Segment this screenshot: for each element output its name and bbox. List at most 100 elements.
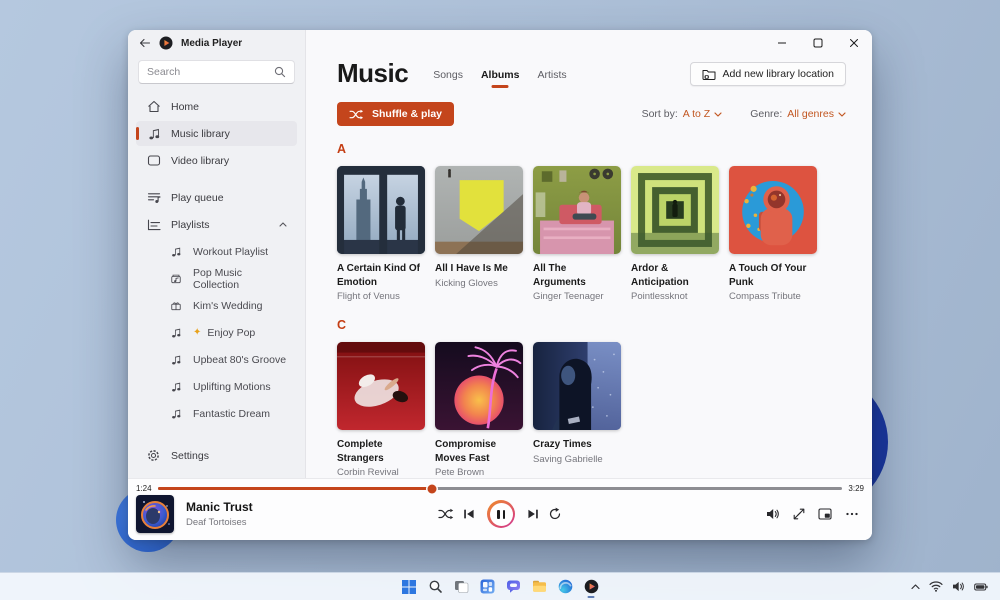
- edge-button[interactable]: [553, 575, 577, 599]
- start-button[interactable]: [397, 575, 421, 599]
- album-cover-art: [337, 342, 425, 430]
- chevron-up-icon[interactable]: [279, 222, 287, 227]
- titlebar-left: Media Player: [128, 30, 305, 56]
- playlist-label: Pop Music Collection: [193, 267, 287, 291]
- sidebar-item-home[interactable]: Home: [136, 94, 297, 119]
- sidebar-item-play-queue[interactable]: Play queue: [136, 185, 297, 210]
- sidebar-playlist-workout[interactable]: Workout Playlist: [136, 239, 297, 264]
- album-title: Ardor & Anticipation: [631, 262, 719, 289]
- minimize-button[interactable]: [764, 30, 800, 56]
- gear-icon: [146, 449, 161, 462]
- genre-label: Genre:: [750, 108, 782, 120]
- album-list: A A Certain Kind Of Emotion Flight of Ve…: [306, 126, 872, 478]
- sidebar-playlist-uplifting-motions[interactable]: Uplifting Motions: [136, 374, 297, 399]
- repeat-button[interactable]: [548, 507, 562, 521]
- pause-button[interactable]: [487, 500, 515, 528]
- album-cover-art: [631, 166, 719, 254]
- music-note-icon: [146, 127, 161, 140]
- section-letter: C: [337, 318, 846, 332]
- album-title: Crazy Times: [533, 438, 621, 452]
- now-playing-info[interactable]: Manic Trust Deaf Tortoises: [186, 500, 253, 528]
- album-cover-art: [533, 342, 621, 430]
- album-card[interactable]: Crazy Times Saving Gabrielle: [533, 342, 621, 478]
- album-card[interactable]: A Certain Kind Of Emotion Flight of Venu…: [337, 166, 425, 302]
- genre-dropdown[interactable]: Genre: All genres: [750, 108, 846, 120]
- album-title: A Touch Of Your Punk: [729, 262, 817, 289]
- album-title: Complete Strangers: [337, 438, 425, 465]
- sidebar-item-settings[interactable]: Settings: [136, 443, 297, 468]
- back-button[interactable]: [139, 38, 151, 48]
- close-button[interactable]: [836, 30, 872, 56]
- taskbar-search-button[interactable]: [423, 575, 447, 599]
- search-icon: [274, 66, 286, 78]
- sort-label: Sort by:: [642, 108, 678, 120]
- search-icon: [428, 579, 443, 594]
- music-note-icon: [168, 408, 183, 419]
- battery-icon[interactable]: [974, 583, 988, 591]
- album-cover-art: [435, 166, 523, 254]
- tab-artists[interactable]: Artists: [537, 69, 566, 88]
- widgets-button[interactable]: [475, 575, 499, 599]
- main-area: Music Songs Albums Artists Add new libra…: [306, 30, 872, 478]
- sidebar-item-label: Home: [171, 101, 199, 113]
- previous-button[interactable]: [463, 508, 475, 520]
- next-button[interactable]: [527, 508, 539, 520]
- chevron-down-icon: [714, 112, 722, 117]
- mini-player-button[interactable]: [818, 508, 832, 520]
- track-title: Manic Trust: [186, 500, 253, 514]
- album-card[interactable]: A Touch Of Your Punk Compass Tribute: [729, 166, 817, 302]
- tab-albums[interactable]: Albums: [481, 69, 520, 88]
- playlist-label: Uplifting Motions: [193, 381, 271, 393]
- add-library-button[interactable]: Add new library location: [690, 62, 846, 86]
- media-player-window: Media Player Home Music library Video li…: [128, 30, 872, 540]
- tab-songs[interactable]: Songs: [433, 69, 463, 88]
- sidebar-playlist-pop-collection[interactable]: Pop Music Collection: [136, 266, 297, 291]
- volume-tray-icon[interactable]: [952, 581, 965, 592]
- sidebar-spacer: [128, 427, 305, 443]
- sidebar-item-music-library[interactable]: Music library: [136, 121, 297, 146]
- wifi-icon[interactable]: [929, 581, 943, 592]
- maximize-button[interactable]: [800, 30, 836, 56]
- active-app-indicator: [588, 596, 595, 598]
- sidebar-item-video-library[interactable]: Video library: [136, 148, 297, 173]
- task-view-button[interactable]: [449, 575, 473, 599]
- progress-thumb[interactable]: [427, 484, 436, 493]
- album-card[interactable]: All The Arguments Ginger Teenager: [533, 166, 621, 302]
- sidebar-item-playlists[interactable]: Playlists: [136, 212, 297, 237]
- shuffle-play-label: Shuffle & play: [372, 108, 442, 120]
- album-card[interactable]: Ardor & Anticipation Pointlessknot: [631, 166, 719, 302]
- album-title: All I Have Is Me: [435, 262, 523, 276]
- transport-controls: [438, 500, 562, 528]
- sidebar-playlist-enjoy-pop[interactable]: ✦ Enjoy Pop: [136, 320, 297, 345]
- album-cover-art: [729, 166, 817, 254]
- now-playing-art[interactable]: [136, 495, 174, 533]
- album-card[interactable]: All I Have Is Me Kicking Gloves: [435, 166, 523, 302]
- search-input[interactable]: [147, 66, 274, 78]
- total-time: 3:29: [848, 484, 864, 493]
- album-card[interactable]: Complete Strangers Corbin Revival: [337, 342, 425, 478]
- shuffle-play-button[interactable]: Shuffle & play: [337, 102, 454, 126]
- sort-dropdown[interactable]: Sort by: A to Z: [642, 108, 723, 120]
- chevron-down-icon: [838, 112, 846, 117]
- media-player-taskbar-button[interactable]: [579, 575, 603, 599]
- volume-button[interactable]: [766, 508, 780, 520]
- more-options-button[interactable]: [845, 508, 859, 520]
- seek-bar[interactable]: [158, 487, 843, 490]
- file-explorer-icon: [532, 579, 547, 594]
- add-library-label: Add new library location: [723, 68, 834, 80]
- playlist-label: Workout Playlist: [193, 246, 268, 258]
- file-explorer-button[interactable]: [527, 575, 551, 599]
- system-tray: [911, 581, 1000, 592]
- album-card[interactable]: Compromise Moves Fast Pete Brown: [435, 342, 523, 478]
- chat-button[interactable]: [501, 575, 525, 599]
- sidebar-playlist-kims-wedding[interactable]: Kim's Wedding: [136, 293, 297, 318]
- sidebar-playlist-fantastic-dream[interactable]: Fantastic Dream: [136, 401, 297, 426]
- video-library-icon: [146, 154, 161, 167]
- sidebar-playlist-upbeat-80s[interactable]: Upbeat 80's Groove: [136, 347, 297, 372]
- album-artist: Ginger Teenager: [533, 291, 621, 302]
- page-title: Music: [337, 58, 408, 89]
- shuffle-toggle-button[interactable]: [438, 508, 454, 520]
- fullscreen-button[interactable]: [793, 508, 805, 520]
- album-artist: Kicking Gloves: [435, 278, 523, 289]
- tray-chevron-up-icon[interactable]: [911, 584, 920, 590]
